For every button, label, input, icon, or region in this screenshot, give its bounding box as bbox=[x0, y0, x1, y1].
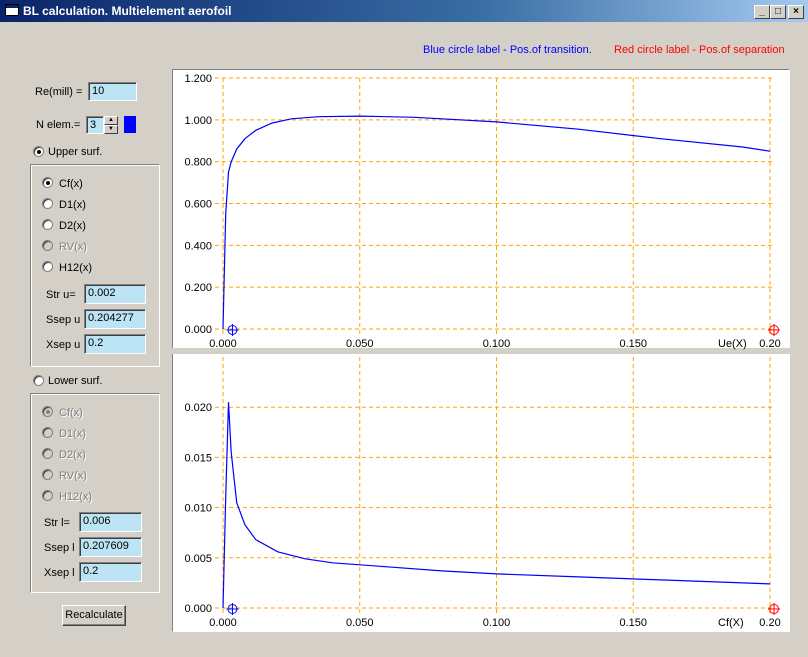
reynolds-label: Re(mill) = bbox=[35, 86, 83, 98]
spin-up-icon[interactable]: ▲ bbox=[104, 116, 118, 125]
upper-rv-label: RV(x) bbox=[59, 241, 87, 253]
lower-surf-label: Lower surf. bbox=[48, 375, 103, 387]
lower-cf-label: Cf(x) bbox=[59, 407, 83, 419]
lower-ssep-label: Ssep l bbox=[44, 542, 75, 554]
upper-xsep-input[interactable]: 0.2 bbox=[84, 334, 146, 354]
lower-cf-radio bbox=[42, 406, 53, 417]
upper-ssep-input[interactable]: 0.204277 bbox=[84, 309, 146, 329]
upper-surf-radio[interactable] bbox=[33, 146, 44, 157]
upper-cf-label: Cf(x) bbox=[59, 178, 83, 190]
lower-d1-label: D1(x) bbox=[59, 428, 86, 440]
upper-d1-label: D1(x) bbox=[59, 199, 86, 211]
upper-ssep-label: Ssep u bbox=[46, 314, 81, 326]
app-window-icon bbox=[5, 4, 19, 16]
transition-legend-text: Blue circle label - Pos.of transition. bbox=[423, 44, 592, 56]
lower-rv-radio bbox=[42, 469, 53, 480]
title-bar[interactable]: BL calculation. Multielement aerofoil _ … bbox=[0, 0, 808, 22]
upper-d2-label: D2(x) bbox=[59, 220, 86, 232]
reynolds-input[interactable]: 10 bbox=[88, 82, 137, 101]
minimize-button[interactable]: _ bbox=[754, 5, 770, 19]
lower-h12-label: H12(x) bbox=[59, 491, 93, 503]
n-elements-label: N elem.= bbox=[36, 119, 81, 131]
lower-xsep-input[interactable]: 0.2 bbox=[79, 562, 142, 582]
upper-h12-label: H12(x) bbox=[59, 262, 93, 274]
lower-d2-radio bbox=[42, 448, 53, 459]
spin-down-icon[interactable]: ▼ bbox=[104, 125, 118, 134]
recalculate-button[interactable]: Recalculate bbox=[62, 605, 126, 626]
upper-d1-radio[interactable] bbox=[42, 198, 53, 209]
upper-str-label: Str u= bbox=[46, 289, 76, 301]
upper-d2-radio[interactable] bbox=[42, 219, 53, 230]
lower-ssep-input[interactable]: 0.207609 bbox=[79, 537, 142, 557]
upper-cf-radio[interactable] bbox=[42, 177, 53, 188]
upper-h12-radio[interactable] bbox=[42, 261, 53, 272]
upper-rv-radio bbox=[42, 240, 53, 251]
n-elements-input[interactable]: 3 bbox=[86, 116, 104, 134]
separation-legend-text: Red circle label - Pos.of separation bbox=[614, 44, 785, 56]
n-elements-spinner[interactable]: ▲ ▼ bbox=[104, 116, 118, 134]
window-title: BL calculation. Multielement aerofoil bbox=[23, 4, 232, 18]
lower-rv-label: RV(x) bbox=[59, 470, 87, 482]
lower-d2-label: D2(x) bbox=[59, 449, 86, 461]
maximize-button[interactable]: □ bbox=[770, 5, 786, 19]
lower-str-input[interactable]: 0.006 bbox=[79, 512, 142, 532]
lower-d1-radio bbox=[42, 427, 53, 438]
upper-str-input[interactable]: 0.002 bbox=[84, 284, 146, 304]
lower-h12-radio bbox=[42, 490, 53, 501]
chart-splitter[interactable] bbox=[172, 348, 790, 354]
lower-str-label: Str l= bbox=[44, 517, 70, 529]
lower-surf-radio[interactable] bbox=[33, 375, 44, 386]
close-button[interactable]: × bbox=[788, 5, 804, 19]
element-color-swatch[interactable] bbox=[124, 116, 136, 133]
upper-xsep-label: Xsep u bbox=[46, 339, 81, 351]
upper-surf-label: Upper surf. bbox=[48, 146, 103, 158]
lower-xsep-label: Xsep l bbox=[44, 567, 75, 579]
